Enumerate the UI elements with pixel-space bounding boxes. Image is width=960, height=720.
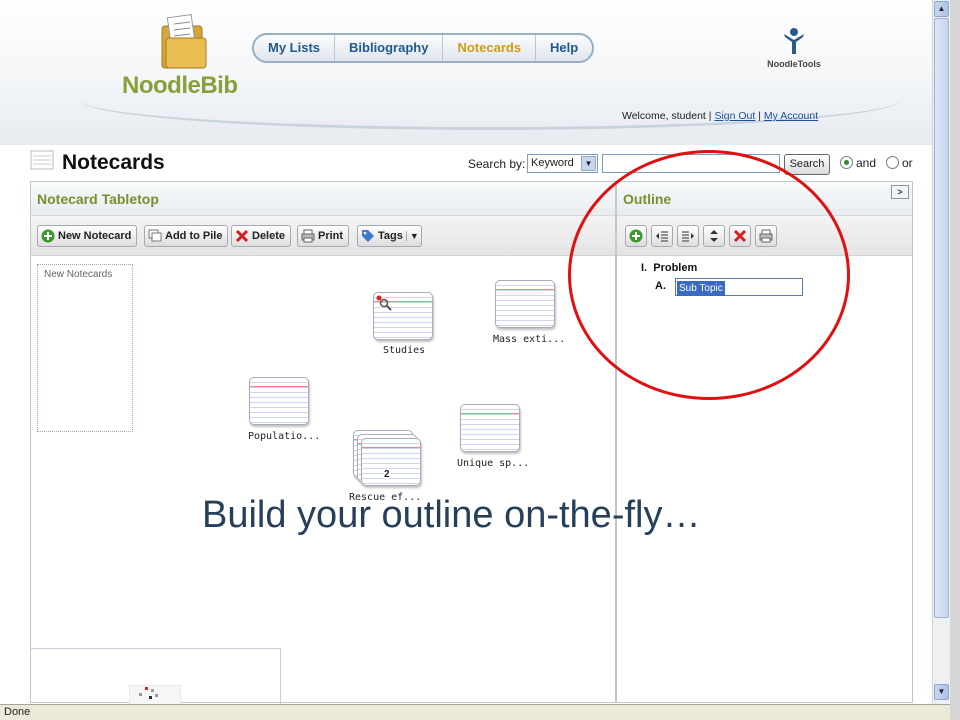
delete-x-icon — [235, 229, 249, 243]
notecard-label: Studies — [383, 345, 426, 356]
add-to-pile-button[interactable]: Add to Pile — [144, 225, 229, 247]
radio-or-label: or — [902, 156, 913, 170]
chevron-down-icon[interactable]: ▼ — [405, 231, 419, 241]
tags-label: Tags — [378, 230, 403, 242]
tabletop-title: Notecard Tabletop — [31, 182, 615, 216]
my-account-link[interactable]: My Account — [764, 110, 818, 122]
pile-count: 2 — [384, 469, 390, 480]
search-field-select[interactable]: Keyword ▼ — [527, 154, 598, 173]
notecard-label: Unique sp... — [457, 458, 530, 469]
new-notecard-label: New Notecard — [58, 230, 132, 242]
noodletools-logo[interactable]: NoodleTools — [762, 26, 826, 70]
nav-my-lists[interactable]: My Lists — [254, 35, 336, 61]
plus-icon — [41, 229, 55, 243]
welcome-text: Welcome, student — [622, 110, 706, 122]
new-notecard-button[interactable]: New Notecard — [37, 225, 138, 247]
minimap-icon — [129, 685, 181, 705]
pile-label: New Notecards — [44, 269, 113, 280]
welcome-bar: Welcome, student | Sign Out | My Account — [622, 110, 818, 122]
notecard-tabletop-panel: Notecard Tabletop New Notecard Add to Pi… — [30, 181, 616, 705]
separator: | — [758, 110, 761, 122]
status-text: Done — [4, 706, 31, 718]
nav-bibliography[interactable]: Bibliography — [335, 35, 444, 61]
pile-icon — [148, 229, 162, 242]
noodletools-text: NoodleTools — [767, 59, 821, 69]
tags-button[interactable]: Tags ▼ — [357, 225, 422, 247]
radio-and-label: and — [856, 156, 877, 170]
site-header: NoodleBib My Lists Bibliography Notecard… — [0, 0, 932, 145]
add-to-pile-label: Add to Pile — [165, 230, 223, 242]
tabletop-minimap[interactable] — [31, 648, 281, 705]
tag-icon — [362, 230, 374, 242]
radio-and[interactable] — [840, 156, 853, 169]
main-nav: My Lists Bibliography Notecards Help — [252, 33, 595, 63]
nav-help[interactable]: Help — [536, 35, 592, 61]
status-bar: Done — [0, 704, 950, 720]
delete-button[interactable]: Delete — [231, 225, 292, 247]
logo-text[interactable]: NoodleBib — [122, 72, 238, 100]
separator: | — [708, 110, 712, 122]
nav-notecards[interactable]: Notecards — [443, 35, 537, 61]
notecard-population[interactable] — [249, 377, 309, 425]
tabletop-toolbar: New Notecard Add to Pile Delete Print Ta… — [31, 216, 615, 256]
person-logo-icon — [784, 28, 804, 54]
notecards-icon — [30, 150, 54, 170]
notecard-unique-species[interactable] — [460, 404, 520, 452]
scroll-down-icon[interactable]: ▼ — [934, 684, 949, 700]
page-title: Notecards — [62, 151, 165, 174]
expand-icon[interactable]: > — [891, 185, 909, 199]
chevron-down-icon[interactable]: ▼ — [581, 156, 596, 171]
printer-icon — [301, 229, 315, 243]
notecard-label: Mass exti... — [493, 334, 566, 345]
search-button[interactable]: Search — [784, 154, 830, 175]
window-edge — [950, 0, 960, 720]
search-field-value: Keyword — [531, 157, 574, 169]
notecard-label: Populatio... — [248, 431, 321, 442]
delete-label: Delete — [252, 230, 286, 242]
slide-caption: Build your outline on-the-fly… — [202, 494, 701, 536]
scroll-up-icon[interactable]: ▲ — [934, 1, 949, 17]
search-by-label: Search by: — [468, 157, 526, 171]
vertical-scrollbar[interactable]: ▲ ▼ — [932, 0, 950, 704]
magnifier-icon — [376, 295, 392, 311]
highlight-circle — [568, 150, 850, 400]
print-button[interactable]: Print — [297, 225, 350, 247]
folder-logo-icon — [161, 13, 207, 69]
new-notecards-pile[interactable]: New Notecards — [37, 264, 133, 432]
notecard-studies[interactable] — [373, 292, 433, 340]
print-label: Print — [318, 230, 344, 242]
scroll-thumb[interactable] — [934, 18, 949, 618]
sign-out-link[interactable]: Sign Out — [714, 110, 755, 122]
radio-or[interactable] — [886, 156, 899, 169]
notecard-mass-extinction[interactable] — [495, 280, 555, 328]
notecard-rescue-pile[interactable]: 2 — [361, 438, 421, 486]
